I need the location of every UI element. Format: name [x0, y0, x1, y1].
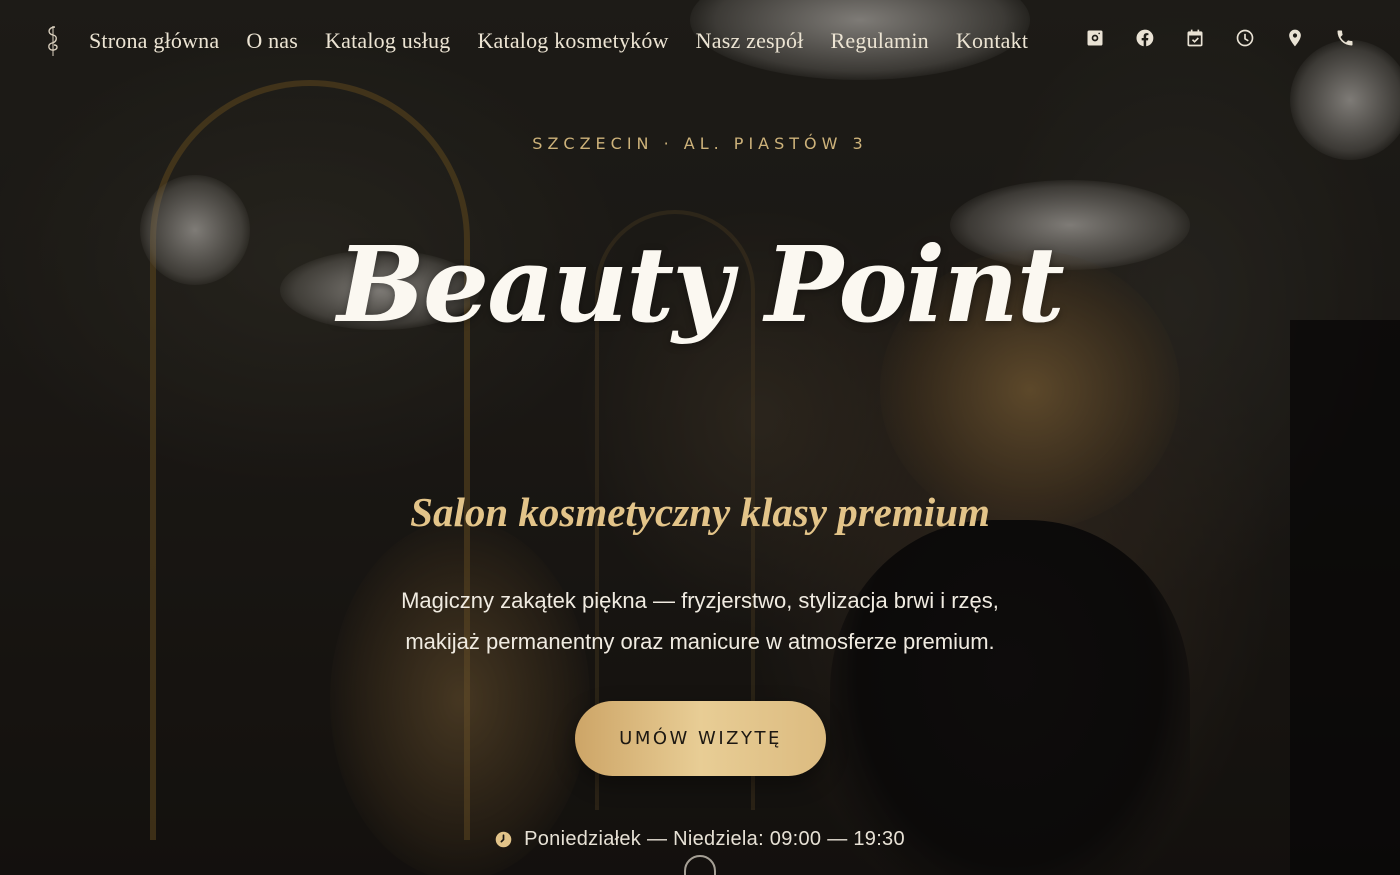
location-label: SZCZECIN · AL. PIASTÓW 3 — [532, 134, 868, 153]
nav-item-contact[interactable]: Kontakt — [956, 26, 1028, 56]
brand-logotype: Beauty Point — [337, 223, 1065, 346]
description-line: makijaż permanentny oraz manicure w atmo… — [405, 629, 995, 654]
nav-item-services[interactable]: Katalog usług — [325, 26, 450, 56]
header-icons — [1085, 28, 1355, 48]
logo-icon[interactable] — [42, 24, 64, 58]
map-pin-icon[interactable] — [1285, 28, 1305, 48]
calendar-check-icon[interactable] — [1185, 28, 1205, 48]
nav-item-terms[interactable]: Regulamin — [831, 26, 929, 56]
clock-icon — [495, 831, 512, 848]
facebook-icon[interactable] — [1135, 28, 1155, 48]
opening-hours-text: Poniedziałek — Niedziela: 09:00 — 19:30 — [524, 828, 905, 850]
hero-tagline: Salon kosmetyczny klasy premium — [410, 489, 990, 535]
site-header: Strona główna O nas Katalog usług Katalo… — [0, 0, 1400, 82]
description-line: Magiczny zakątek piękna — fryzjerstwo, s… — [401, 588, 999, 613]
opening-hours: Poniedziałek — Niedziela: 09:00 — 19:30 — [0, 828, 1400, 851]
instagram-icon[interactable] — [1085, 28, 1105, 48]
book-appointment-button[interactable]: UMÓW WIZYTĘ — [575, 701, 826, 776]
clock-icon[interactable] — [1235, 28, 1255, 48]
nav-item-home[interactable]: Strona główna — [89, 26, 219, 56]
nav-item-cosmetics[interactable]: Katalog kosmetyków — [477, 26, 668, 56]
main-navigation: Strona główna O nas Katalog usług Katalo… — [89, 26, 1055, 56]
nav-item-about[interactable]: O nas — [246, 26, 298, 56]
phone-icon[interactable] — [1335, 28, 1355, 48]
nav-item-team[interactable]: Nasz zespół — [696, 26, 804, 56]
hero-description: Magiczny zakątek piękna — fryzjerstwo, s… — [0, 580, 1400, 662]
